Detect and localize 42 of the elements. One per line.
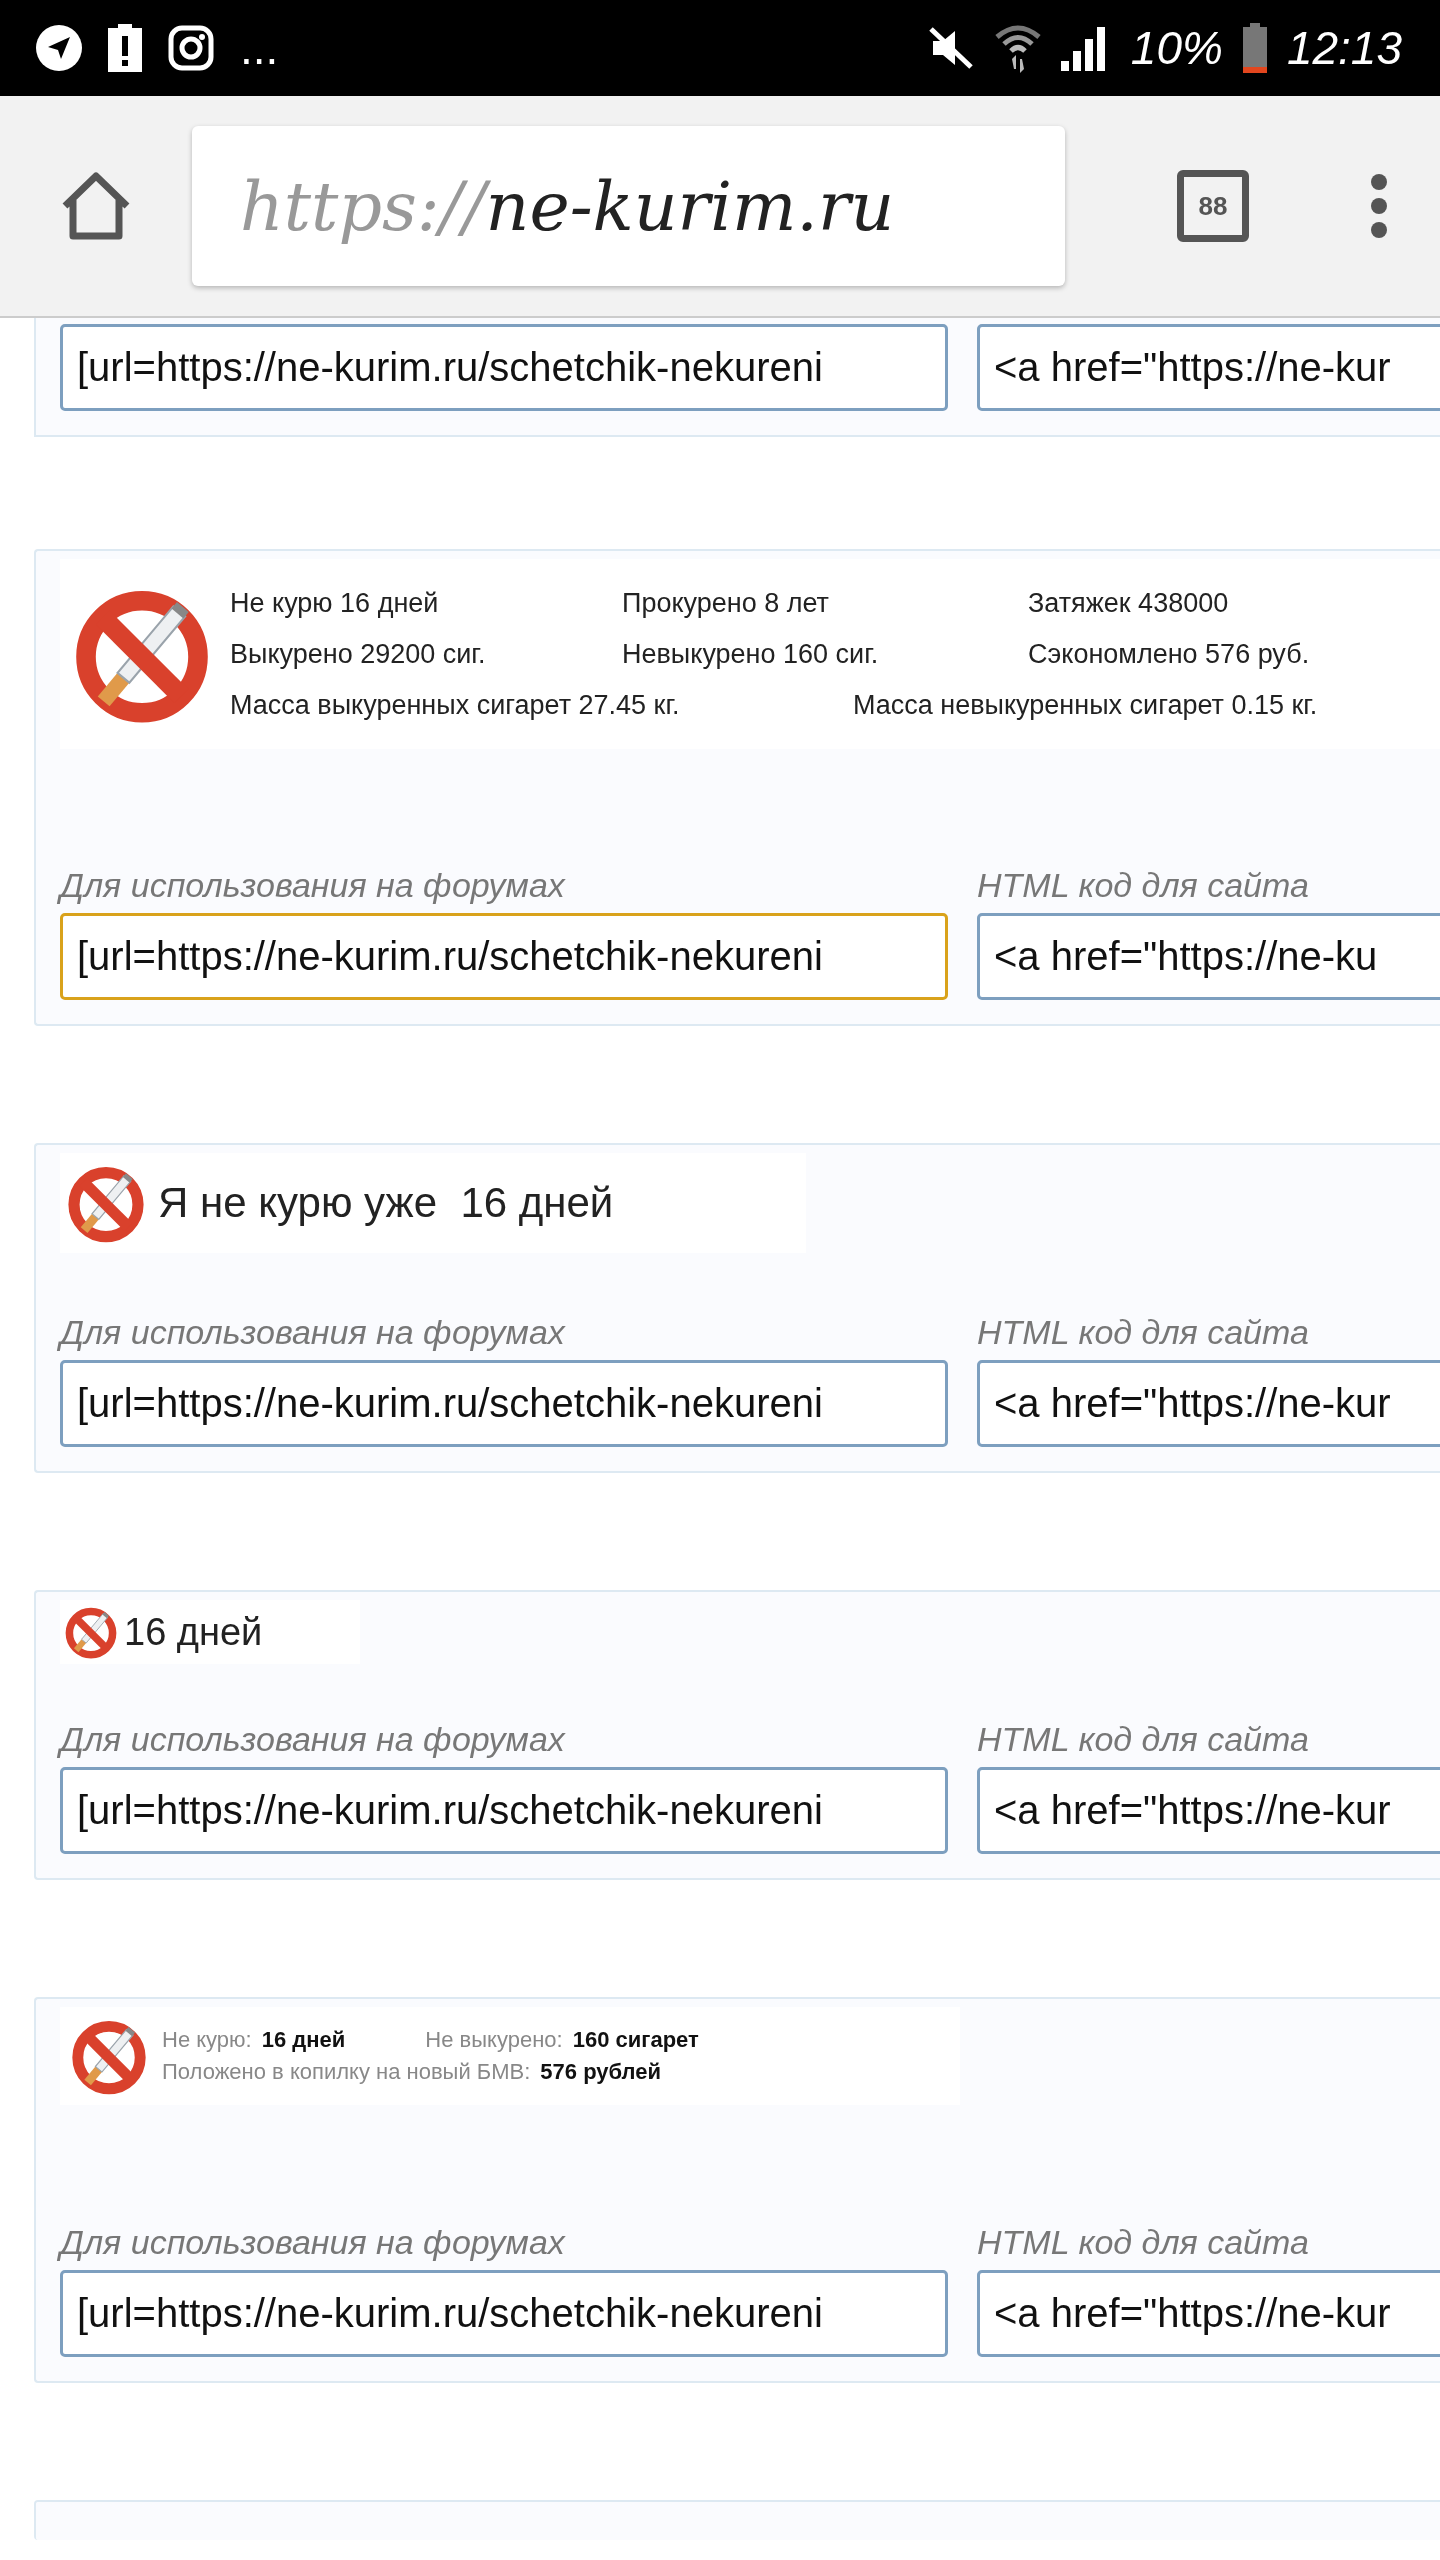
code-field[interactable]: [url=https://ne-kurim.ru/schetchik-nekureni <box>60 1767 948 1854</box>
field-label: HTML код для сайта <box>977 1720 1310 1759</box>
counter-text: 16 дней <box>124 1610 263 1654</box>
send-icon <box>36 25 82 71</box>
code-field[interactable]: <a href="https://ne-ku <box>977 913 1440 1000</box>
code-field[interactable]: <a href="https://ne-kur <box>977 1767 1440 1854</box>
stat-label: Положено в копилку на новый БМВ: <box>162 2059 531 2085</box>
camera-icon <box>168 25 214 71</box>
code-field[interactable]: [url=https://ne-kurim.ru/schetchik-nekureni <box>60 324 948 411</box>
stat-value: 576 рублей <box>540 2059 662 2085</box>
field-label: HTML код для сайта <box>977 1313 1310 1352</box>
field-label: HTML код для сайта <box>977 2223 1310 2262</box>
stat-text: Затяжек 438000 <box>1028 587 1229 619</box>
stat-text: Не курю 16 дней <box>230 587 440 619</box>
stat-text: Невыкурено 160 сиг. <box>622 638 880 670</box>
address-bar[interactable]: https://ne-kurim.ru <box>192 126 1065 286</box>
clock: 12:13 <box>1286 25 1402 71</box>
menu-icon[interactable] <box>1369 173 1389 239</box>
stat-value: 160 сигарет <box>572 2027 699 2053</box>
code-field[interactable]: <a href="https://ne-kur <box>977 2270 1440 2357</box>
alert-icon <box>108 24 142 72</box>
stat-text: Масса невыкуренных сигарет 0.15 кг. <box>853 689 1318 721</box>
battery-percent: 10% <box>1130 25 1223 71</box>
more-notifications: ... <box>240 25 279 71</box>
stat-label: Не выкурено: <box>425 2027 563 2053</box>
no-smoking-icon <box>64 1605 118 1659</box>
code-field[interactable]: <a href="https://ne-kur <box>977 324 1440 411</box>
field-label: HTML код для сайта <box>977 866 1310 905</box>
code-field[interactable]: [url=https://ne-kurim.ru/schetchik-nekureni <box>60 1360 948 1447</box>
tab-switcher-button[interactable]: 88 <box>1177 170 1249 242</box>
battery-icon <box>1242 23 1267 73</box>
code-field[interactable]: [url=https://ne-kurim.ru/schetchik-nekureni <box>60 913 948 1000</box>
stat-value: 16 дней <box>261 2027 346 2053</box>
wifi-icon <box>994 23 1041 73</box>
stat-text: Выкурено 29200 сиг. <box>230 638 487 670</box>
stat-label: Не курю: <box>162 2027 252 2053</box>
stat-text: Прокурено 8 лет <box>622 587 830 619</box>
code-field[interactable]: <a href="https://ne-kur <box>977 1360 1440 1447</box>
stat-text: Масса выкуренных сигарет 27.45 кг. <box>230 689 681 721</box>
stat-text: Сэкономлено 576 руб. <box>1028 638 1310 670</box>
counter-text: Я не курю уже 16 дней <box>158 1179 614 1227</box>
code-field[interactable]: [url=https://ne-kurim.ru/schetchik-nekureni <box>60 2270 948 2357</box>
